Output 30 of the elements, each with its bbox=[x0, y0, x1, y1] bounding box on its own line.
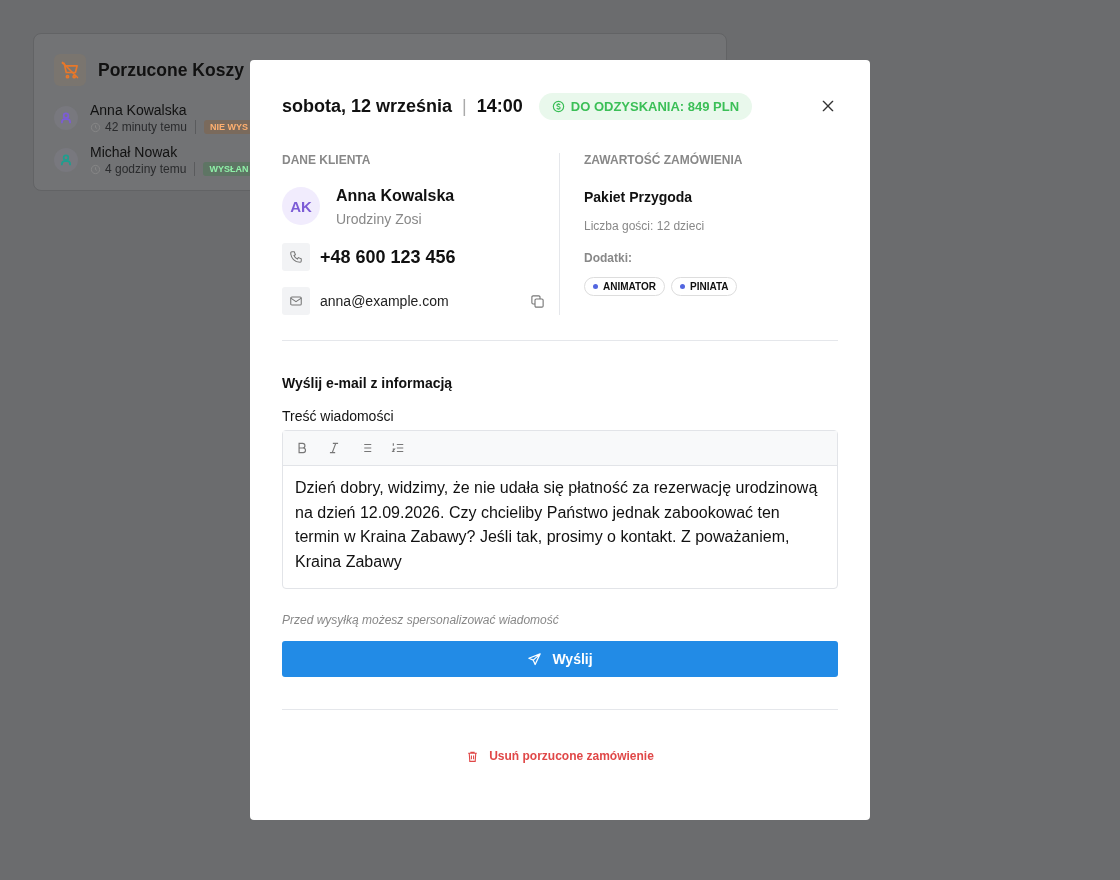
customer-name: Anna Kowalska bbox=[90, 102, 188, 118]
phone-number: +48 600 123 456 bbox=[320, 246, 456, 268]
customer-name: Michał Nowak bbox=[90, 144, 179, 160]
package-name: Pakiet Przygoda bbox=[584, 189, 694, 205]
email-address: anna@example.com bbox=[320, 293, 449, 309]
hint-text: Przed wysyłką możesz spersonalizować wiadomość bbox=[282, 613, 560, 627]
delete-button[interactable]: Usuń porzucone zamówienie bbox=[460, 748, 660, 764]
time-ago: 4 godziny temu bbox=[105, 162, 187, 176]
avatar: AK bbox=[282, 187, 320, 225]
mail-icon bbox=[282, 287, 310, 315]
trash-icon bbox=[466, 749, 480, 763]
dialog-date: sobota, 12 września bbox=[282, 95, 453, 117]
card-title: Porzucone Koszy bbox=[98, 59, 244, 81]
send-button[interactable]: Wyślij bbox=[282, 641, 838, 677]
copy-icon[interactable] bbox=[530, 293, 545, 309]
addons-label: Dodatki: bbox=[584, 251, 633, 265]
guest-count: Liczba gości: 12 dzieci bbox=[584, 219, 706, 233]
phone-icon bbox=[282, 243, 310, 271]
section-heading: ZAWARTOŚĆ ZAMÓWIENIA bbox=[584, 153, 743, 167]
time-ago: 42 minuty temu bbox=[105, 120, 188, 134]
email-section-title: Wyślij e-mail z informacją bbox=[282, 375, 454, 391]
separator: | bbox=[462, 95, 467, 117]
recovery-badge: DO ODZYSKANIA: 849 PLN bbox=[538, 92, 753, 120]
cart-icon bbox=[54, 54, 86, 86]
send-icon bbox=[527, 651, 543, 667]
client-name: Anna Kowalska bbox=[336, 187, 455, 205]
message-label: Treść wiadomości bbox=[282, 408, 395, 424]
section-heading: DANE KLIENTA bbox=[282, 153, 372, 167]
occasion: Urodziny Zosi bbox=[336, 211, 423, 227]
dialog-time: 14:00 bbox=[476, 95, 523, 117]
